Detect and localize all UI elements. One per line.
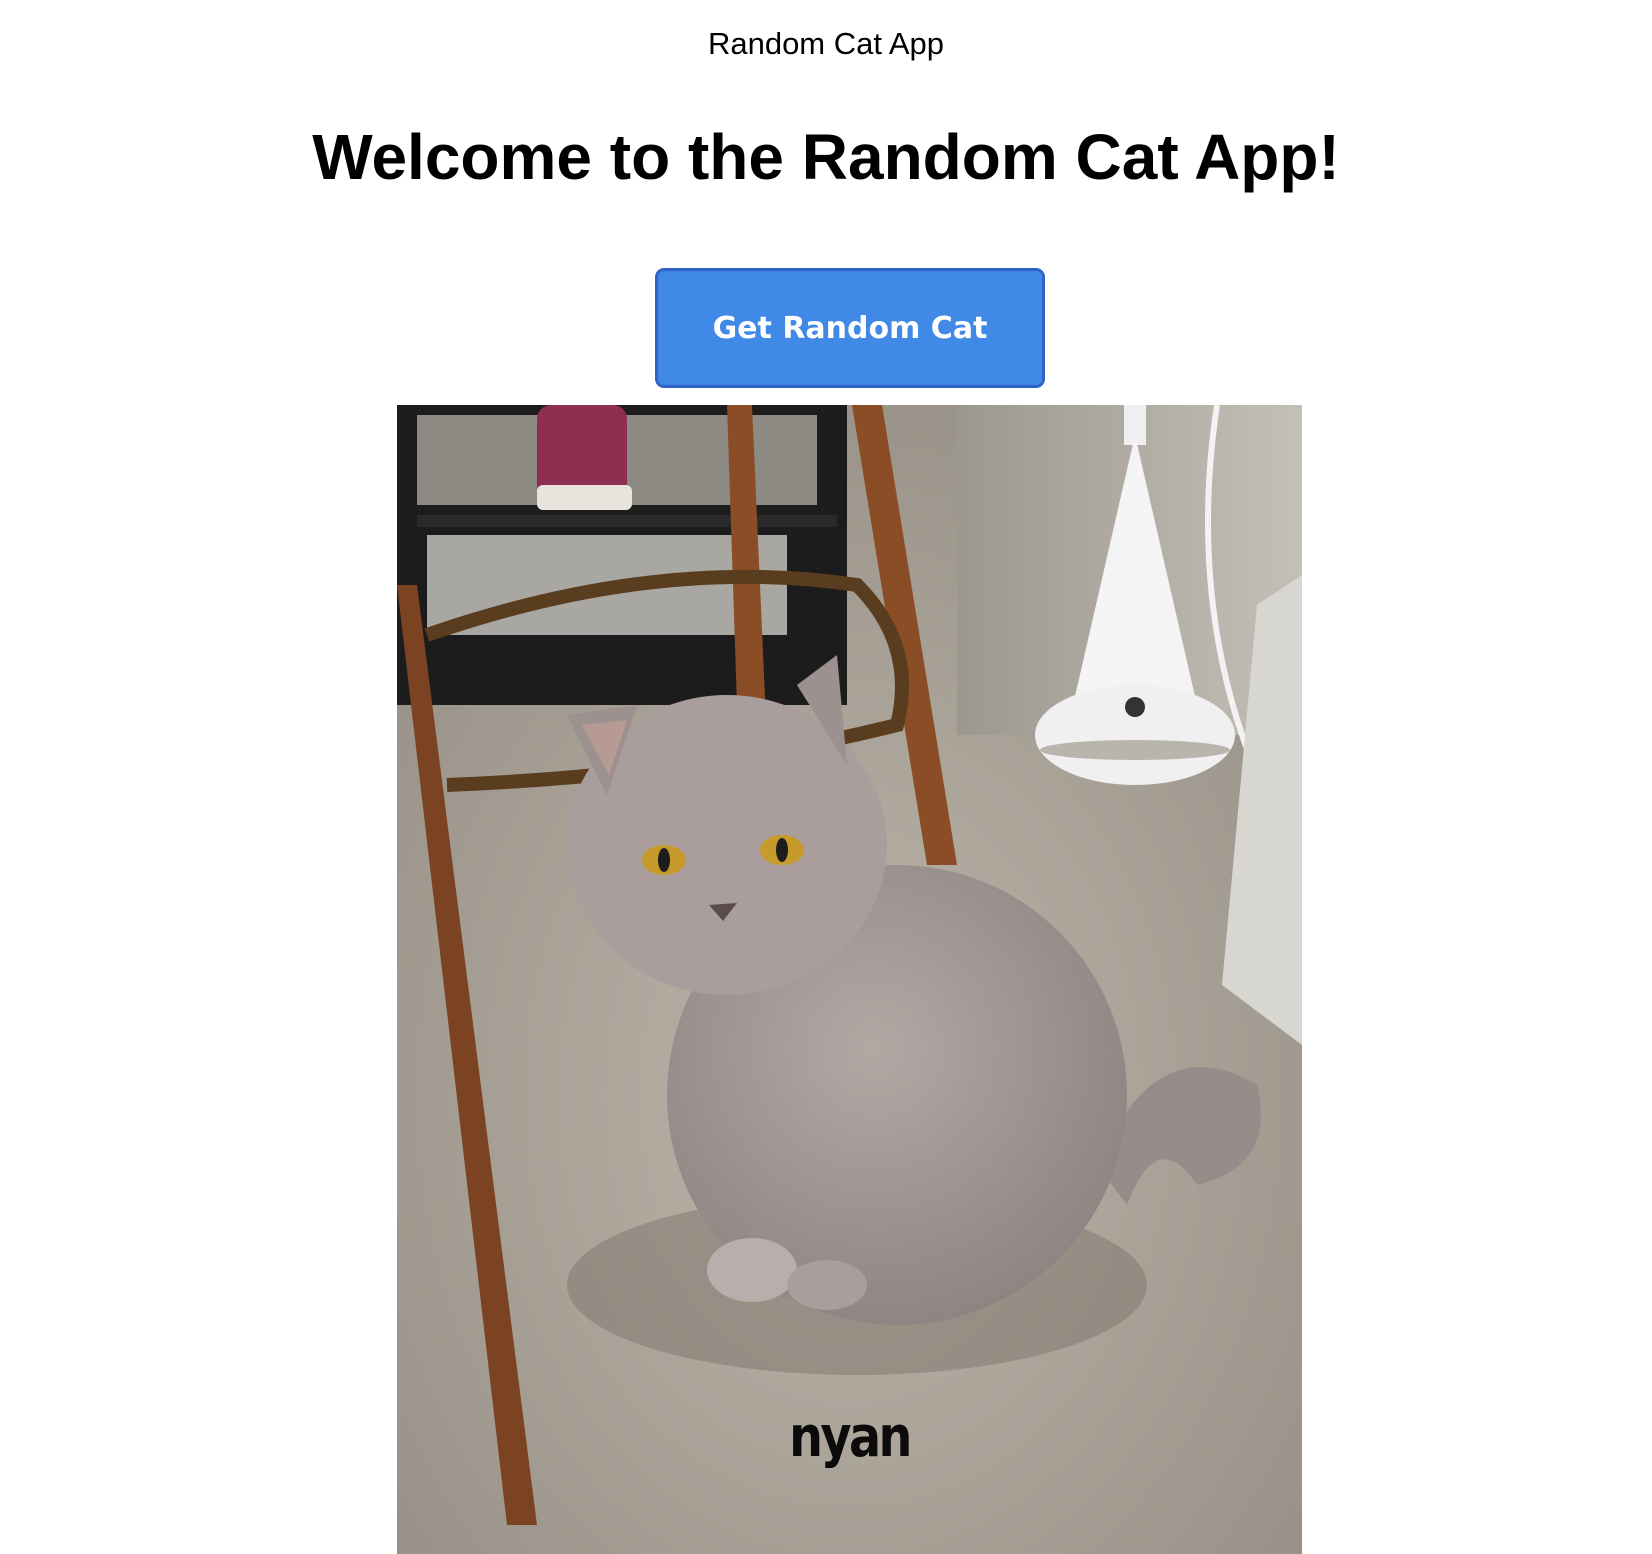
meme-caption: nyan xyxy=(789,1405,912,1470)
welcome-heading: Welcome to the Random Cat App! xyxy=(312,121,1340,193)
get-random-cat-button[interactable]: Get Random Cat xyxy=(655,268,1045,388)
app-title: Random Cat App xyxy=(707,26,945,61)
cat-photo-illustration xyxy=(397,405,1302,1554)
random-cat-image: nyan xyxy=(397,405,1302,1554)
